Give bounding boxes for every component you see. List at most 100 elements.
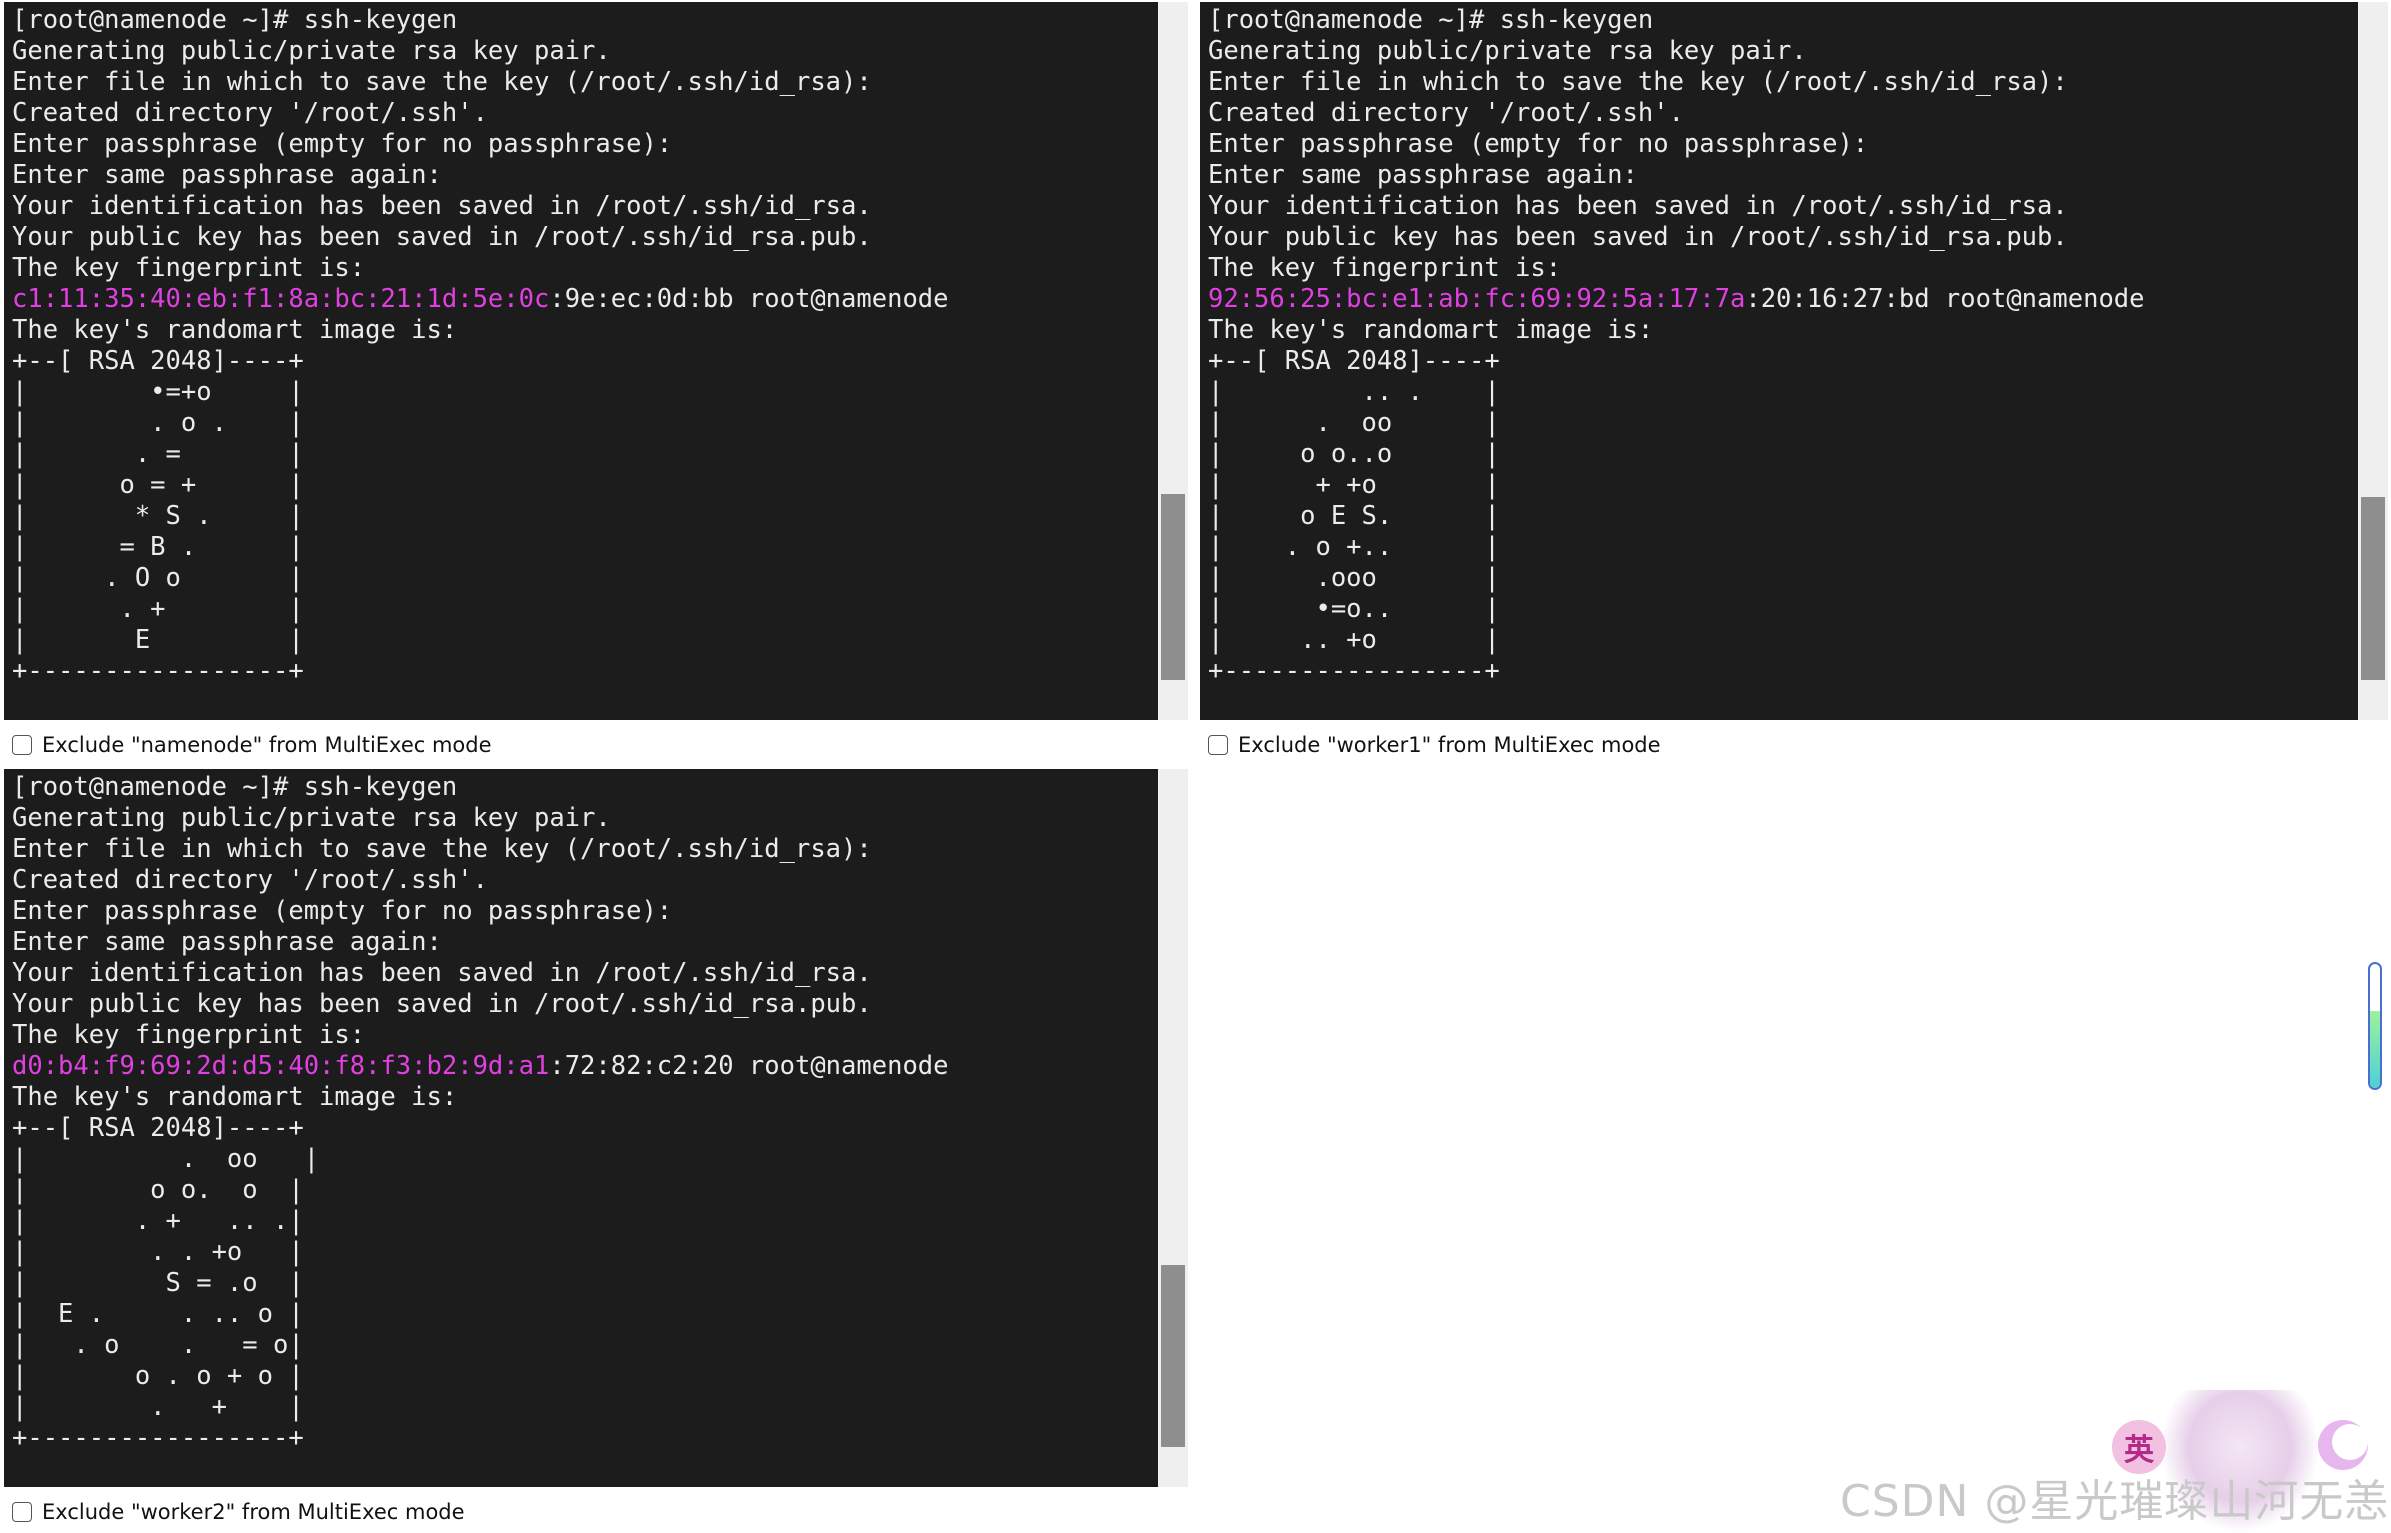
terminal-line: Enter file in which to save the key (/ro… bbox=[12, 834, 1158, 865]
terminal-line-text: Enter file in which to save the key (/ro… bbox=[12, 834, 872, 864]
terminal-line-text: | . = | bbox=[12, 439, 304, 469]
terminal-line-text: | = B . | bbox=[12, 532, 304, 562]
terminal-line: | •=o.. | bbox=[1208, 594, 2358, 625]
terminal-line: | . . +o | bbox=[12, 1237, 1158, 1268]
terminal-line: Created directory '/root/.ssh'. bbox=[12, 98, 1158, 129]
terminal-line: Generating public/private rsa key pair. bbox=[1208, 36, 2358, 67]
terminal-line: Your identification has been saved in /r… bbox=[12, 191, 1158, 222]
terminal-line: | . O o | bbox=[12, 563, 1158, 594]
terminal-line: | + +o | bbox=[1208, 470, 2358, 501]
exclude-worker2-option[interactable]: Exclude "worker2" from MultiExec mode bbox=[12, 1497, 465, 1527]
terminal-line: The key's randomart image is: bbox=[12, 315, 1158, 346]
terminal-line-text: | S = .o | bbox=[12, 1268, 304, 1298]
terminal-line: | .. +o | bbox=[1208, 625, 2358, 656]
terminal-line: [root@namenode ~]# ssh-keygen bbox=[12, 772, 1158, 803]
terminal-line-text: The key's randomart image is: bbox=[1208, 315, 1654, 345]
terminal-line-text: Enter passphrase (empty for no passphras… bbox=[12, 129, 673, 159]
terminal-line-text: +--[ RSA 2048]----+ bbox=[12, 346, 304, 376]
terminal-line: | .. . | bbox=[1208, 377, 2358, 408]
terminal-output: [root@namenode ~]# ssh-keygen Generating … bbox=[1200, 2, 2358, 687]
terminal-line: The key fingerprint is: bbox=[1208, 253, 2358, 284]
terminal-pane-worker2[interactable]: [root@namenode ~]# ssh-keygen Generating … bbox=[4, 769, 1158, 1487]
terminal-line: +-----------------+ bbox=[12, 1423, 1158, 1454]
terminal-line: | = B . | bbox=[12, 532, 1158, 563]
terminal-line-text: Your public key has been saved in /root/… bbox=[1208, 222, 2068, 252]
terminal-line-text: | . o . | bbox=[12, 408, 304, 438]
terminal-line: | . o +.. | bbox=[1208, 532, 2358, 563]
terminal-output: [root@namenode ~]# ssh-keygen Generating … bbox=[4, 769, 1158, 1454]
terminal-line-text: | . oo | bbox=[12, 1144, 320, 1174]
terminal-line: | o . o + o | bbox=[12, 1361, 1158, 1392]
terminal-line: Enter same passphrase again: bbox=[12, 927, 1158, 958]
terminal-line-text: Enter file in which to save the key (/ro… bbox=[1208, 67, 2068, 97]
terminal-line-text: | . oo | bbox=[1208, 408, 1500, 438]
fingerprint-hash: d0:b4:f9:69:2d:d5:40:f8:f3:b2:9d:a1 bbox=[12, 1051, 550, 1081]
terminal-line: 92:56:25:bc:e1:ab:fc:69:92:5a:17:7a:20:1… bbox=[1208, 284, 2358, 315]
terminal-line-text: | o E S. | bbox=[1208, 501, 1500, 531]
terminal-line: [root@namenode ~]# ssh-keygen bbox=[1208, 5, 2358, 36]
exclude-worker1-option[interactable]: Exclude "worker1" from MultiExec mode bbox=[1208, 730, 1661, 760]
checkbox[interactable] bbox=[12, 735, 32, 755]
terminal-line-text: The key fingerprint is: bbox=[12, 253, 366, 283]
terminal-line: +-----------------+ bbox=[1208, 656, 2358, 687]
terminal-line-text: | . o +.. | bbox=[1208, 532, 1500, 562]
scrollbar-namenode[interactable] bbox=[1158, 2, 1188, 720]
terminal-line-text: :72:82:c2:20 root@namenode bbox=[549, 1051, 949, 1081]
terminal-line: Your identification has been saved in /r… bbox=[1208, 191, 2358, 222]
terminal-line-text: +-----------------+ bbox=[12, 656, 304, 686]
terminal-line: +--[ RSA 2048]----+ bbox=[12, 1113, 1158, 1144]
terminal-line-text: +-----------------+ bbox=[12, 1423, 304, 1453]
checkbox[interactable] bbox=[1208, 735, 1228, 755]
terminal-line: | . + | bbox=[12, 1392, 1158, 1423]
level-meter-fill bbox=[2370, 1011, 2380, 1088]
terminal-pane-namenode[interactable]: [root@namenode ~]# ssh-keygen Generating … bbox=[4, 2, 1158, 720]
scroll-thumb[interactable] bbox=[1161, 494, 1185, 680]
scroll-thumb[interactable] bbox=[1161, 1265, 1185, 1447]
terminal-line-text: Enter same passphrase again: bbox=[1208, 160, 1638, 190]
terminal-line: | E . . .. o | bbox=[12, 1299, 1158, 1330]
terminal-line-text: | . O o | bbox=[12, 563, 304, 593]
exclude-label: Exclude "worker1" from MultiExec mode bbox=[1238, 733, 1661, 757]
level-meter bbox=[2368, 962, 2382, 1090]
terminal-line: | S = .o | bbox=[12, 1268, 1158, 1299]
terminal-line: | . o . = o| bbox=[12, 1330, 1158, 1361]
terminal-line-text: Your public key has been saved in /root/… bbox=[12, 222, 872, 252]
terminal-line: The key's randomart image is: bbox=[1208, 315, 2358, 346]
exclude-namenode-option[interactable]: Exclude "namenode" from MultiExec mode bbox=[12, 730, 492, 760]
terminal-line: +--[ RSA 2048]----+ bbox=[12, 346, 1158, 377]
terminal-line: | o o. o | bbox=[12, 1175, 1158, 1206]
terminal-line-text: Enter passphrase (empty for no passphras… bbox=[1208, 129, 1869, 159]
scroll-thumb[interactable] bbox=[2361, 497, 2385, 680]
terminal-line: The key fingerprint is: bbox=[12, 253, 1158, 284]
terminal-line: Enter file in which to save the key (/ro… bbox=[12, 67, 1158, 98]
terminal-line-text: Enter file in which to save the key (/ro… bbox=[12, 67, 872, 97]
terminal-line-text: Generating public/private rsa key pair. bbox=[12, 36, 611, 66]
terminal-line: | o o..o | bbox=[1208, 439, 2358, 470]
terminal-line-text: | o o. o | bbox=[12, 1175, 304, 1205]
terminal-line: Your identification has been saved in /r… bbox=[12, 958, 1158, 989]
exclude-label: Exclude "worker2" from MultiExec mode bbox=[42, 1500, 465, 1524]
terminal-line: Enter passphrase (empty for no passphras… bbox=[1208, 129, 2358, 160]
checkbox[interactable] bbox=[12, 1502, 32, 1522]
terminal-line: Enter same passphrase again: bbox=[12, 160, 1158, 191]
scrollbar-worker1[interactable] bbox=[2358, 2, 2388, 720]
terminal-line-text: +--[ RSA 2048]----+ bbox=[1208, 346, 1500, 376]
fingerprint-hash: c1:11:35:40:eb:f1:8a:bc:21:1d:5e:0c bbox=[12, 284, 550, 314]
scrollbar-worker2[interactable] bbox=[1158, 769, 1188, 1487]
moon-icon[interactable] bbox=[2318, 1420, 2368, 1470]
terminal-line: d0:b4:f9:69:2d:d5:40:f8:f3:b2:9d:a1:72:8… bbox=[12, 1051, 1158, 1082]
terminal-line: c1:11:35:40:eb:f1:8a:bc:21:1d:5e:0c:9e:e… bbox=[12, 284, 1158, 315]
terminal-line-text: | + +o | bbox=[1208, 470, 1500, 500]
terminal-pane-worker1[interactable]: [root@namenode ~]# ssh-keygen Generating … bbox=[1200, 2, 2358, 720]
terminal-line: | * S . | bbox=[12, 501, 1158, 532]
terminal-line: Your public key has been saved in /root/… bbox=[1208, 222, 2358, 253]
terminal-line-text: Your identification has been saved in /r… bbox=[1208, 191, 2068, 221]
terminal-line-text: Generating public/private rsa key pair. bbox=[1208, 36, 1807, 66]
terminal-line: | . = | bbox=[12, 439, 1158, 470]
terminal-line-text: | o . o + o | bbox=[12, 1361, 304, 1391]
terminal-line-text: +-----------------+ bbox=[1208, 656, 1500, 686]
terminal-line: Your public key has been saved in /root/… bbox=[12, 222, 1158, 253]
terminal-line-text: Enter same passphrase again: bbox=[12, 927, 442, 957]
terminal-line: Enter passphrase (empty for no passphras… bbox=[12, 896, 1158, 927]
terminal-line-text: [root@namenode ~]# ssh-keygen bbox=[12, 5, 458, 35]
